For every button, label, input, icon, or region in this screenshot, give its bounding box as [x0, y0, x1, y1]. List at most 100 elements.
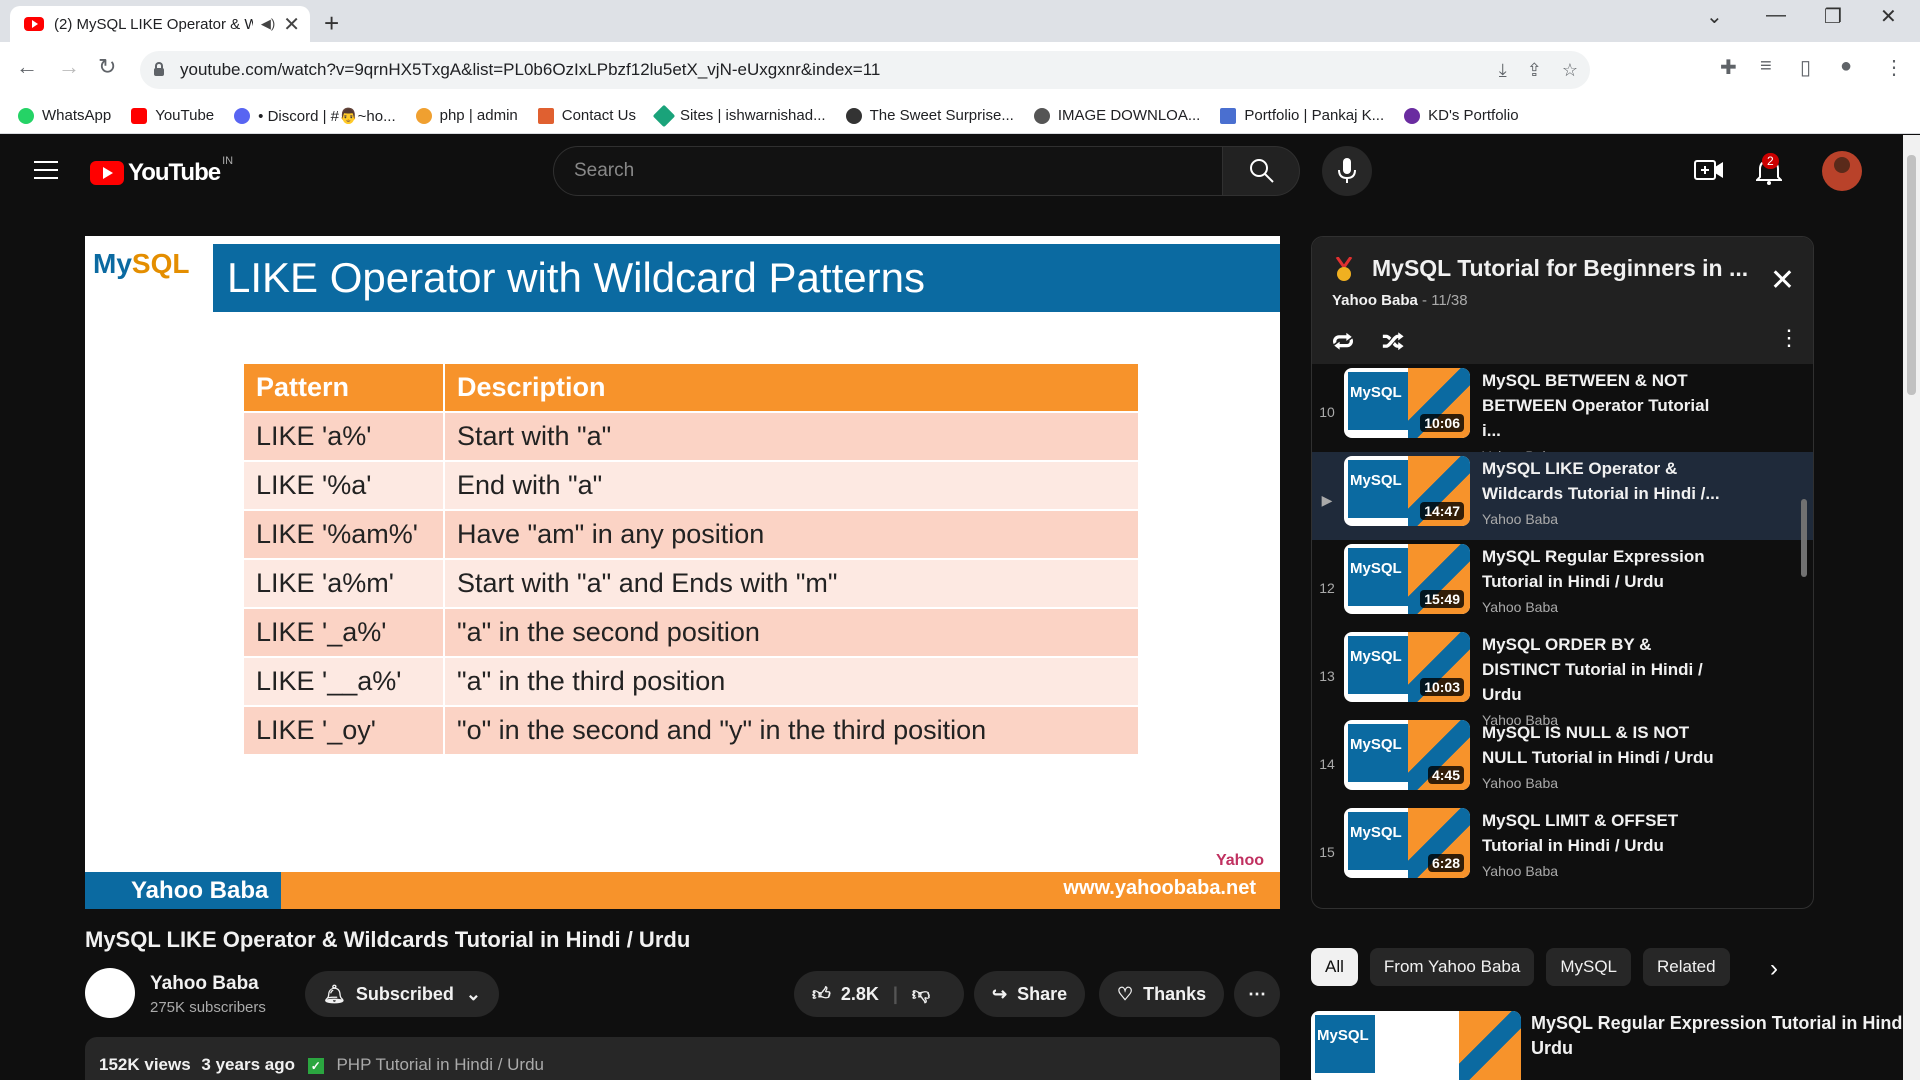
video-thumbnail[interactable]: 15:49	[1344, 544, 1470, 614]
video-thumbnail[interactable]: 14:47	[1344, 456, 1470, 526]
playlist-item[interactable]: 14 4:45 MySQL IS NULL & IS NOT NULL Tuto…	[1312, 716, 1813, 804]
video-thumbnail[interactable]: 10:06	[1344, 368, 1470, 438]
chip-from-yahoo-baba[interactable]: From Yahoo Baba	[1369, 948, 1535, 986]
address-bar[interactable]: youtube.com/watch?v=9qrnHX5TxgA&list=PL0…	[140, 51, 1590, 89]
search-button[interactable]	[1222, 146, 1300, 196]
bookmark-star-icon[interactable]: ☆	[1562, 60, 1578, 81]
bookmark-whatsapp[interactable]: WhatsApp	[18, 107, 111, 124]
playlist-item[interactable]: 10 10:06 MySQL BETWEEN & NOT BETWEEN Ope…	[1312, 364, 1813, 464]
bell-icon: 🔔︎	[323, 983, 346, 1004]
side-panel-icon[interactable]: ▯	[1800, 55, 1811, 80]
video-thumbnail[interactable]: 4:45	[1344, 720, 1470, 790]
more-horizontal-icon: ⋯	[1248, 983, 1266, 1004]
table-row: LIKE '_oy' "o" in the second and "y" in t…	[244, 705, 1140, 754]
playlist-menu-icon[interactable]: ⋮	[1778, 325, 1800, 351]
forward-button[interactable]: →	[58, 54, 80, 80]
account-avatar[interactable]	[1822, 151, 1862, 191]
portfolio-icon	[1220, 107, 1237, 124]
browser-tabstrip: (2) MySQL LIKE Operator & W ◀) ✕ + ⌄ — ❐…	[0, 0, 1920, 42]
share-button[interactable]: ↪ Share	[974, 971, 1086, 1017]
share-page-icon[interactable]: ⇪	[1527, 60, 1542, 81]
tab-search-chevron-icon[interactable]: ⌄	[1706, 4, 1723, 29]
bookmark-portfolio-pankaj[interactable]: Portfolio | Pankaj K...	[1220, 107, 1384, 124]
video-player[interactable]: MySQL LIKE Operator with Wildcard Patter…	[85, 236, 1280, 909]
bookmark-sweet-surprise[interactable]: The Sweet Surprise...	[845, 107, 1014, 124]
playlist-video-channel: Yahoo Baba	[1482, 599, 1559, 615]
thanks-button[interactable]: ♡ Thanks	[1099, 971, 1225, 1017]
like-count[interactable]: 2.8K	[841, 984, 879, 1005]
yahoo-watermark: Yahoo	[1215, 852, 1264, 869]
reload-button[interactable]: ↻	[98, 54, 116, 80]
menu-kebab-icon[interactable]: ⋮	[1884, 55, 1904, 80]
back-button[interactable]: ←	[16, 54, 38, 80]
close-playlist-icon[interactable]: ✕	[1770, 263, 1795, 298]
bookmark-image-download[interactable]: IMAGE DOWNLOA...	[1033, 107, 1200, 124]
chip-all[interactable]: All	[1311, 948, 1358, 986]
duration: 14:47	[1420, 502, 1464, 520]
browser-tab-active[interactable]: (2) MySQL LIKE Operator & W ◀) ✕	[10, 6, 310, 42]
media-controls-icon[interactable]: ≡	[1760, 55, 1772, 78]
scrollbar-thumb[interactable]	[1907, 155, 1916, 395]
maximize-button[interactable]: ❐	[1824, 4, 1842, 29]
install-icon[interactable]: ⤓	[1499, 60, 1507, 81]
like-icon[interactable]: 👍︎	[812, 983, 831, 1005]
menu-hamburger-icon[interactable]	[34, 161, 58, 185]
playlist-item-current[interactable]: ▶ 14:47 MySQL LIKE Operator & Wildcards …	[1312, 452, 1813, 540]
video-thumbnail[interactable]	[1311, 1011, 1521, 1080]
contact-icon	[537, 107, 554, 124]
youtube-logo[interactable]: YouTube IN	[90, 155, 233, 187]
more-actions-button[interactable]: ⋯	[1234, 971, 1280, 1017]
youtube-favicon-icon	[24, 17, 44, 31]
sweet-surprise-icon	[845, 107, 862, 124]
recommended-video[interactable]: MySQL Regular Expression Tutorial in Hin…	[1311, 1011, 1920, 1080]
table-row: LIKE '%am%' Have "am" in any position	[244, 509, 1140, 559]
voice-search-button[interactable]	[1322, 146, 1372, 196]
close-window-button[interactable]: ✕	[1880, 4, 1897, 29]
description-box[interactable]: 152K views 3 years ago ✓ PHP Tutorial in…	[85, 1037, 1280, 1080]
playlist-item[interactable]: 15 6:28 MySQL LIMIT & OFFSET Tutorial in…	[1312, 804, 1813, 892]
kd-portfolio-icon	[1404, 107, 1421, 124]
new-tab-button[interactable]: +	[324, 8, 339, 39]
search-input[interactable]: Search	[553, 146, 1223, 196]
subscribed-button[interactable]: 🔔︎ Subscribed ⌄	[305, 971, 499, 1017]
bookmark-contact-us[interactable]: Contact Us	[537, 107, 636, 124]
dislike-icon[interactable]: 👎︎	[912, 983, 930, 1005]
chevron-right-icon[interactable]: ›	[1770, 955, 1778, 983]
shuffle-icon[interactable]: 🔀︎	[1382, 325, 1404, 357]
table-row: LIKE 'a%' Start with "a"	[244, 411, 1140, 461]
bookmark-php-admin[interactable]: php | admin	[415, 107, 518, 124]
loop-icon[interactable]: 🔁︎	[1332, 325, 1354, 357]
playlist-video-title: MySQL LIMIT & OFFSET Tutorial in Hindi /…	[1482, 811, 1679, 855]
playlist-owner[interactable]: Yahoo Baba	[1332, 292, 1418, 309]
playlist-item[interactable]: 13 10:03 MySQL ORDER BY & DISTINCT Tutor…	[1312, 628, 1813, 728]
bookmark-discord[interactable]: • Discord | #👨~ho...	[234, 107, 396, 125]
profile-icon[interactable]: ●	[1840, 55, 1852, 78]
extensions-icon[interactable]: ✚	[1720, 55, 1737, 80]
url-text: youtube.com/watch?v=9qrnHX5TxgA&list=PL0…	[180, 60, 881, 79]
create-video-icon[interactable]	[1694, 157, 1724, 183]
notification-badge: 2	[1762, 153, 1779, 169]
playlist-index: 10	[1319, 404, 1335, 420]
discord-icon	[234, 107, 251, 124]
video-thumbnail[interactable]: 10:03	[1344, 632, 1470, 702]
chip-related[interactable]: Related	[1643, 948, 1730, 986]
playlist-position: - 11/38	[1422, 292, 1468, 309]
lock-icon[interactable]	[154, 62, 164, 76]
bookmark-sites[interactable]: Sites | ishwarnishad...	[652, 104, 826, 127]
channel-name[interactable]: Yahoo Baba	[150, 973, 259, 995]
bookmark-youtube[interactable]: YouTube	[131, 107, 214, 124]
page-scrollbar[interactable]	[1903, 135, 1920, 1080]
channel-avatar[interactable]	[85, 968, 135, 1018]
audio-playing-icon[interactable]: ◀)	[261, 16, 275, 32]
playlist-title[interactable]: MySQL Tutorial for Beginners in ...	[1332, 255, 1793, 282]
minimize-button[interactable]: —	[1766, 4, 1786, 27]
video-thumbnail[interactable]: 6:28	[1344, 808, 1470, 878]
youtube-play-icon	[90, 161, 124, 185]
playlist-scrollbar[interactable]	[1801, 499, 1807, 577]
bookmark-kd-portfolio[interactable]: KD's Portfolio	[1404, 107, 1519, 124]
playlist-tag[interactable]: PHP Tutorial in Hindi / Urdu	[336, 1055, 544, 1074]
tab-close-icon[interactable]: ✕	[283, 12, 300, 37]
playlist-item[interactable]: 12 15:49 MySQL Regular Expression Tutori…	[1312, 540, 1813, 628]
playlist-panel: MySQL Tutorial for Beginners in ... Yaho…	[1311, 236, 1814, 909]
chip-mysql[interactable]: MySQL	[1546, 948, 1631, 986]
